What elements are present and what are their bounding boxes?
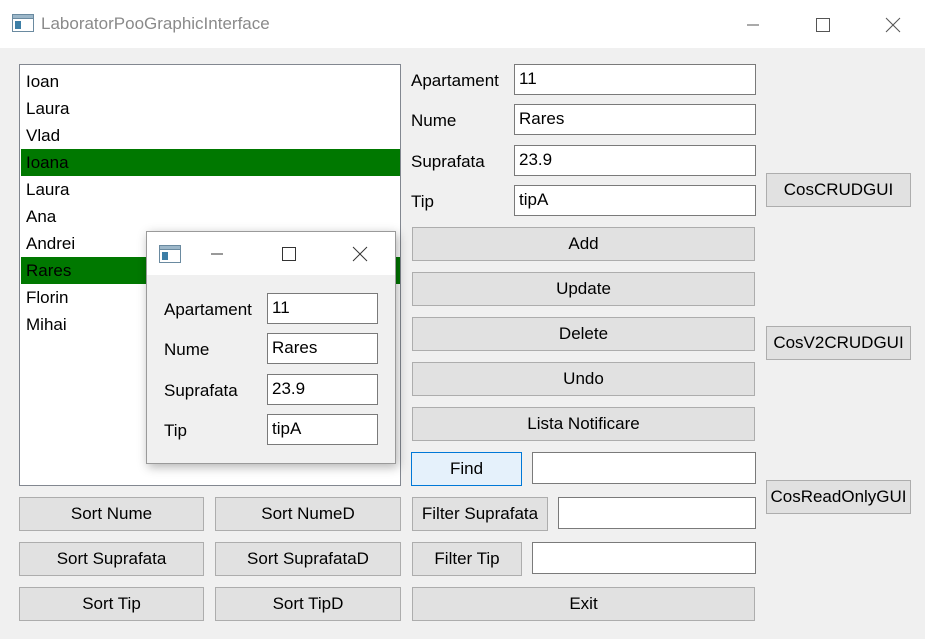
- lista-notificare-button[interactable]: Lista Notificare: [412, 407, 755, 441]
- list-item[interactable]: Vlad: [21, 122, 400, 149]
- suprafata-field[interactable]: 23.9: [514, 145, 756, 176]
- tip-field[interactable]: tipA: [514, 185, 756, 216]
- exit-button[interactable]: Exit: [412, 587, 755, 621]
- detail-popup-window[interactable]: Apartament 11 Nume Rares Suprafata 23.9 …: [146, 231, 396, 464]
- window-title: LaboratorPooGraphicInterface: [41, 14, 270, 33]
- apartament-field[interactable]: 11: [514, 64, 756, 95]
- undo-button[interactable]: Undo: [412, 362, 755, 396]
- find-input[interactable]: [532, 452, 756, 484]
- update-button[interactable]: Update: [412, 272, 755, 306]
- popup-nume-field[interactable]: Rares: [267, 333, 378, 364]
- list-item[interactable]: Laura: [21, 176, 400, 203]
- suprafata-label: Suprafata: [411, 152, 485, 171]
- list-item[interactable]: Ana: [21, 203, 400, 230]
- close-icon[interactable]: [352, 246, 372, 262]
- popup-suprafata-field[interactable]: 23.9: [267, 374, 378, 405]
- sort-tip-button[interactable]: Sort Tip: [19, 587, 204, 621]
- popup-tip-label: Tip: [164, 421, 187, 440]
- popup-tip-field[interactable]: tipA: [267, 414, 378, 445]
- minimize-icon[interactable]: [730, 10, 776, 40]
- list-item[interactable]: Laura: [21, 95, 400, 122]
- nume-field[interactable]: Rares: [514, 104, 756, 135]
- cos-v2-crud-gui-button[interactable]: CosV2CRUDGUI: [766, 326, 911, 360]
- list-item[interactable]: Ioan: [21, 68, 400, 95]
- filter-suprafata-input[interactable]: [558, 497, 756, 529]
- app-window-icon: [159, 245, 181, 263]
- maximize-icon[interactable]: [281, 246, 301, 262]
- title-bar: LaboratorPooGraphicInterface: [0, 0, 925, 48]
- add-button[interactable]: Add: [412, 227, 755, 261]
- sort-numed-button[interactable]: Sort NumeD: [215, 497, 401, 531]
- sort-suprafata-button[interactable]: Sort Suprafata: [19, 542, 204, 576]
- popup-title-bar: [147, 232, 395, 275]
- find-button[interactable]: Find: [411, 452, 522, 486]
- filter-suprafata-button[interactable]: Filter Suprafata: [412, 497, 548, 531]
- popup-nume-label: Nume: [164, 340, 210, 359]
- delete-button[interactable]: Delete: [412, 317, 755, 351]
- list-item[interactable]: Ioana: [21, 149, 400, 176]
- filter-tip-button[interactable]: Filter Tip: [412, 542, 522, 576]
- tip-label: Tip: [411, 192, 434, 211]
- sort-nume-button[interactable]: Sort Nume: [19, 497, 204, 531]
- app-window-icon: [12, 14, 34, 32]
- sort-suprafatad-button[interactable]: Sort SuprafataD: [215, 542, 401, 576]
- close-icon[interactable]: [870, 10, 916, 40]
- popup-suprafata-label: Suprafata: [164, 381, 238, 400]
- popup-apartament-label: Apartament: [164, 300, 252, 319]
- apartament-label: Apartament: [411, 71, 499, 90]
- minimize-icon[interactable]: [209, 246, 229, 262]
- cos-read-only-gui-button[interactable]: CosReadOnlyGUI: [766, 480, 911, 514]
- sort-tipd-button[interactable]: Sort TipD: [215, 587, 401, 621]
- popup-apartament-field[interactable]: 11: [267, 293, 378, 324]
- cos-crud-gui-button[interactable]: CosCRUDGUI: [766, 173, 911, 207]
- maximize-icon[interactable]: [800, 10, 846, 40]
- filter-tip-input[interactable]: [532, 542, 756, 574]
- nume-label: Nume: [411, 111, 457, 130]
